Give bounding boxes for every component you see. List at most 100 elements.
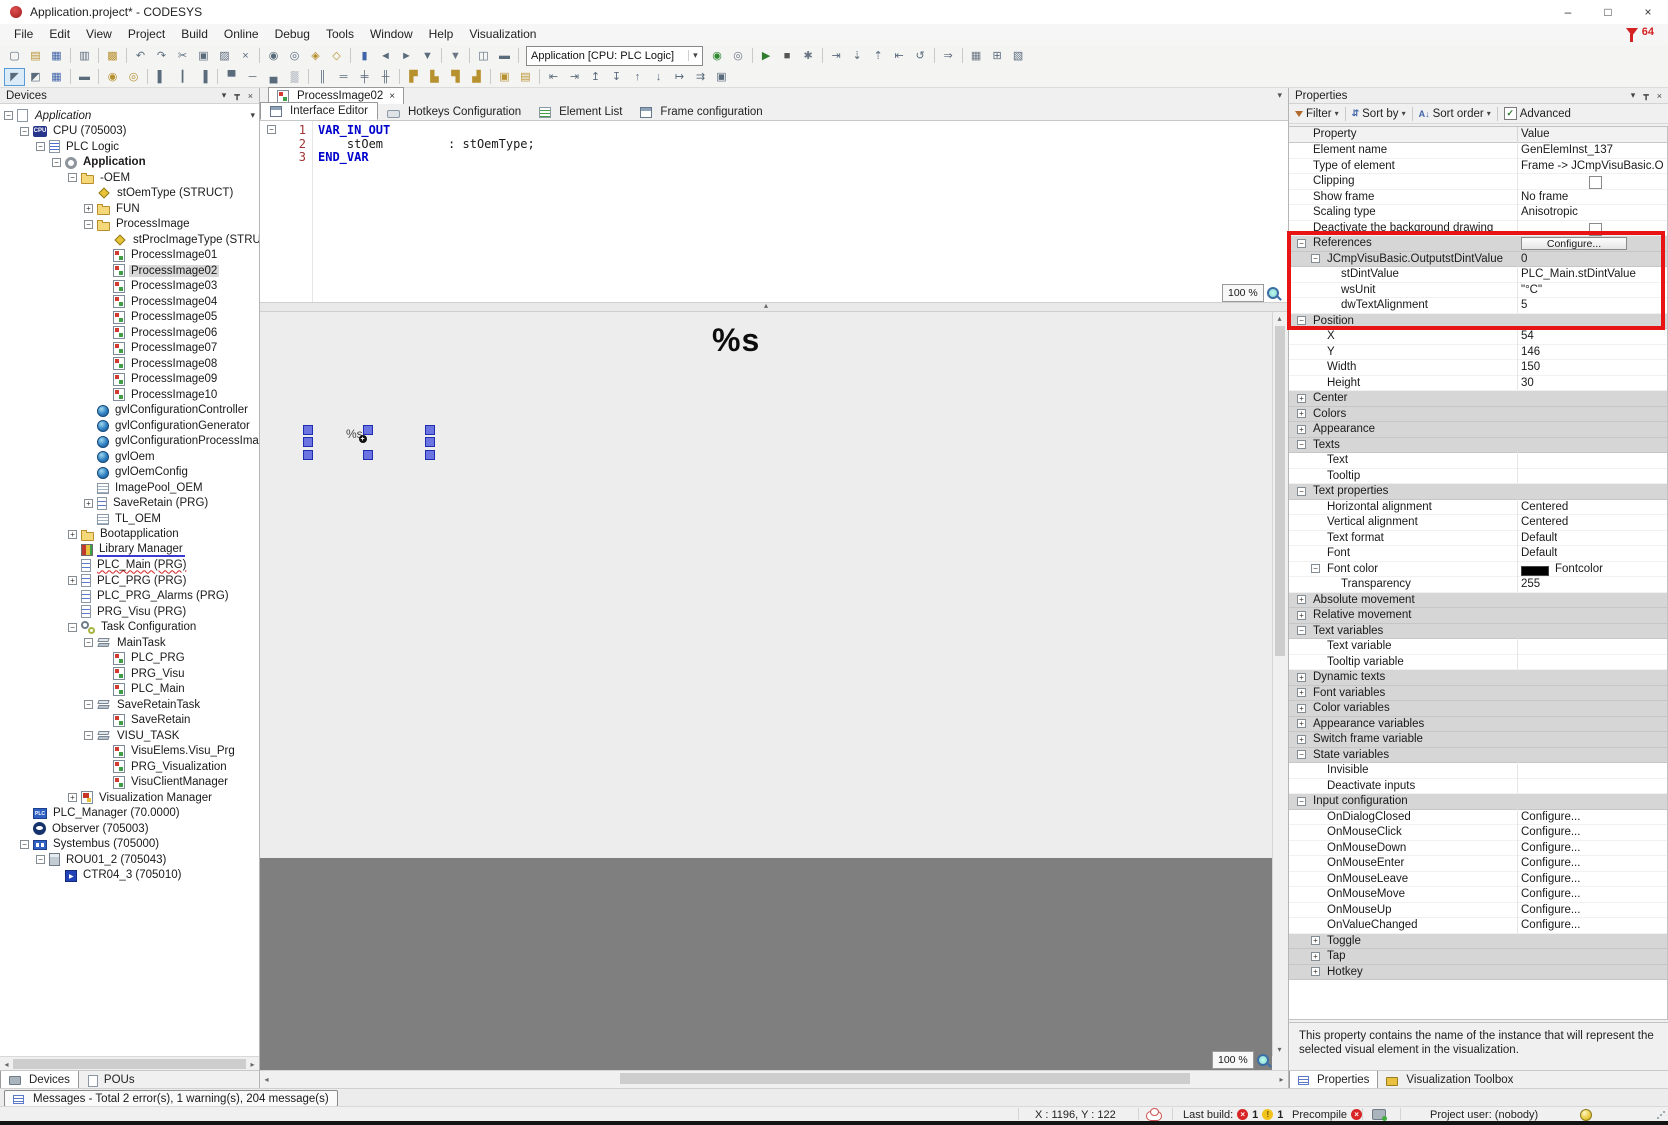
expander-icon[interactable]: −	[68, 173, 77, 182]
new-file-icon[interactable]: ▢	[4, 47, 25, 65]
expander-icon[interactable]: +	[1297, 595, 1306, 604]
minimize-button[interactable]: –	[1548, 0, 1588, 24]
expander-icon[interactable]: −	[1297, 487, 1306, 496]
resize-handle[interactable]	[363, 450, 373, 460]
tree-item[interactable]: gvlOem	[0, 449, 259, 465]
property-row[interactable]: OnMouseLeaveConfigure...	[1289, 872, 1667, 888]
expander-icon[interactable]: −	[52, 158, 61, 167]
resize-handle[interactable]	[363, 425, 373, 435]
bring-forward-icon[interactable]: ▜	[445, 68, 466, 86]
send-to-back-icon[interactable]: ▙	[424, 68, 445, 86]
library-manager-icon[interactable]: ◫	[473, 47, 494, 65]
property-value[interactable]: Configure...	[1521, 811, 1580, 823]
property-row[interactable]: −ReferencesConfigure...	[1289, 236, 1667, 252]
property-value[interactable]: Configure...	[1521, 842, 1580, 854]
property-row[interactable]: +Switch frame variable	[1289, 732, 1667, 748]
expander-icon[interactable]: −	[1297, 316, 1306, 325]
tab-visualization-toolbox[interactable]: Visualization Toolbox	[1378, 1071, 1521, 1089]
expander-icon[interactable]: +	[68, 793, 77, 802]
tree-item[interactable]: PLC_Manager (70.0000)	[0, 806, 259, 822]
code-line[interactable]: 3END_VAR	[260, 151, 1288, 165]
property-row[interactable]: Transparency255	[1289, 577, 1667, 593]
property-row[interactable]: Horizontal alignmentCentered	[1289, 500, 1667, 516]
property-row[interactable]: Invisible	[1289, 763, 1667, 779]
tree-item[interactable]: −VISU_TASK	[0, 728, 259, 744]
visualization-list-icon[interactable]: ▦	[46, 68, 67, 86]
property-row[interactable]: Show frameNo frame	[1289, 190, 1667, 206]
tree-item[interactable]: −Systembus (705000)	[0, 837, 259, 853]
resize-handle[interactable]	[303, 437, 313, 447]
expander-icon[interactable]: −	[20, 840, 29, 849]
menu-file[interactable]: File	[6, 24, 41, 45]
maximize-button[interactable]: □	[1588, 0, 1628, 24]
canvas-vertical-scrollbar[interactable]: ▴ ▾	[1272, 312, 1287, 1056]
tree-item[interactable]: ProcessImage05	[0, 310, 259, 326]
expander-icon[interactable]: −	[1311, 564, 1320, 573]
property-row[interactable]: OnMouseDownConfigure...	[1289, 841, 1667, 857]
property-row[interactable]: dwTextAlignment5	[1289, 298, 1667, 314]
menu-view[interactable]: View	[78, 24, 120, 45]
tree-item[interactable]: gvlConfigurationProcessImage	[0, 434, 259, 450]
multiply-element-icon[interactable]: ⇉	[690, 68, 711, 86]
redo-icon[interactable]: ↷	[151, 47, 172, 65]
align-left-icon[interactable]: ▌	[151, 68, 172, 86]
align-middle-icon[interactable]: ─	[242, 68, 263, 86]
next-message-icon[interactable]: ⇒	[938, 47, 959, 65]
property-row[interactable]: +Dynamic texts	[1289, 670, 1667, 686]
property-row[interactable]: −Font colorFontcolor	[1289, 562, 1667, 578]
close-icon[interactable]: ×	[248, 91, 253, 101]
property-row[interactable]: +Appearance	[1289, 422, 1667, 438]
tab-properties[interactable]: Properties	[1289, 1071, 1378, 1089]
expander-icon[interactable]: +	[1311, 952, 1320, 961]
property-row[interactable]: +Relative movement	[1289, 608, 1667, 624]
scroll-down-icon[interactable]: ▾	[1273, 1045, 1286, 1054]
element-replace-icon[interactable]: ◎	[123, 68, 144, 86]
subtab-element-list[interactable]: Element List	[530, 104, 631, 120]
expander-icon[interactable]: −	[84, 220, 93, 229]
print-icon[interactable]: ▥	[74, 47, 95, 65]
tree-item[interactable]: ProcessImage08	[0, 356, 259, 372]
scroll-left-icon[interactable]: ◂	[0, 1060, 13, 1069]
property-row[interactable]: Text variable	[1289, 639, 1667, 655]
property-row[interactable]: Scaling typeAnisotropic	[1289, 205, 1667, 221]
property-row[interactable]: Tooltip variable	[1289, 655, 1667, 671]
expander-icon[interactable]: −	[1297, 750, 1306, 759]
select-mode-icon[interactable]: ◤	[4, 68, 25, 86]
property-row[interactable]: OnMouseUpConfigure...	[1289, 903, 1667, 919]
property-value[interactable]: Configure...	[1521, 826, 1580, 838]
menu-visualization[interactable]: Visualization	[461, 24, 544, 45]
property-row[interactable]: Text formatDefault	[1289, 531, 1667, 547]
messages-button[interactable]: Messages - Total 2 error(s), 1 warning(s…	[4, 1090, 338, 1107]
resize-grip[interactable]	[1656, 1110, 1665, 1119]
open-project-icon[interactable]: ▤	[25, 47, 46, 65]
align-center-icon[interactable]: ┃	[172, 68, 193, 86]
stop-icon[interactable]: ■	[777, 47, 798, 65]
expander-icon[interactable]: −	[84, 638, 93, 647]
tree-item[interactable]: −ROU01_2 (705043)	[0, 852, 259, 868]
dock-right-icon[interactable]: ⇥	[564, 68, 585, 86]
tree-item[interactable]: +Visualization Manager	[0, 790, 259, 806]
property-row[interactable]: +Hotkey	[1289, 965, 1667, 981]
property-value[interactable]: Configure...	[1521, 888, 1580, 900]
cut-icon[interactable]: ✂	[172, 47, 193, 65]
configure-button[interactable]: Configure...	[1521, 237, 1627, 250]
menu-window[interactable]: Window	[362, 24, 421, 45]
resize-handle[interactable]	[303, 425, 313, 435]
expander-icon[interactable]: +	[1311, 936, 1320, 945]
expander-icon[interactable]: +	[1297, 394, 1306, 403]
expander-icon[interactable]: +	[1297, 409, 1306, 418]
tree-item[interactable]: PLC_PRG	[0, 651, 259, 667]
editor-splitter[interactable]	[260, 302, 1288, 312]
move-up-icon[interactable]: ↑	[627, 68, 648, 86]
property-value[interactable]: Configure...	[1521, 919, 1580, 931]
tree-item[interactable]: ProcessImage04	[0, 294, 259, 310]
align-grid-icon[interactable]: ▒	[284, 68, 305, 86]
expander-icon[interactable]: +	[1297, 735, 1306, 744]
magnifier-icon[interactable]	[1257, 1054, 1269, 1066]
expander-icon[interactable]: +	[1297, 719, 1306, 728]
subtab-interface-editor[interactable]: Interface Editor	[260, 102, 378, 120]
text-element-icon[interactable]: ▬	[74, 68, 95, 86]
tree-item[interactable]: −PLC Logic	[0, 139, 259, 155]
step-into-icon[interactable]: ⇣	[847, 47, 868, 65]
save-project-icon[interactable]: ▦	[46, 47, 67, 65]
